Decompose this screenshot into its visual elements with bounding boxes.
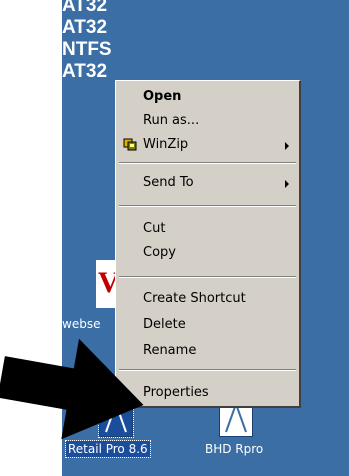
drive-label-1: AT32: [62, 0, 108, 16]
menu-item-send-to-label: Send To: [143, 175, 194, 190]
menu-separator: [119, 205, 296, 207]
menu-separator: [119, 276, 296, 278]
menu-item-cut[interactable]: Cut: [118, 217, 297, 241]
winzip-icon: [123, 138, 137, 151]
menu-item-rename-label: Rename: [143, 343, 197, 358]
drive-label-2: AT32: [62, 17, 108, 38]
menu-item-run-as-label: Run as...: [143, 113, 200, 128]
menu-separator: [119, 162, 296, 164]
menu-item-properties-label: Properties: [143, 385, 209, 400]
pointer-arrow-icon: [0, 338, 144, 440]
menu-item-open[interactable]: Open: [118, 85, 297, 109]
submenu-arrow-icon: [285, 180, 289, 188]
menu-item-run-as[interactable]: Run as...: [118, 109, 297, 133]
retail-pro-icon-label[interactable]: Retail Pro 8.6: [65, 440, 151, 458]
menu-item-open-label: Open: [143, 89, 182, 104]
submenu-arrow-icon: [285, 142, 289, 150]
menu-item-copy-label: Copy: [143, 245, 176, 260]
menu-item-winzip[interactable]: WinZip: [118, 133, 297, 157]
menu-item-cut-label: Cut: [143, 221, 166, 236]
drive-label-4: AT32: [62, 61, 108, 82]
drive-label-3: NTFS: [62, 39, 112, 60]
bhd-rpro-icon-label[interactable]: BHD Rpro: [205, 441, 263, 457]
menu-item-send-to[interactable]: Send To: [118, 171, 297, 195]
menu-item-winzip-label: WinZip: [143, 137, 189, 152]
menu-item-create-shortcut[interactable]: Create Shortcut: [118, 287, 297, 311]
webse-icon[interactable]: V: [96, 260, 120, 308]
menu-item-copy[interactable]: Copy: [118, 241, 297, 265]
menu-item-create-shortcut-label: Create Shortcut: [143, 291, 246, 306]
